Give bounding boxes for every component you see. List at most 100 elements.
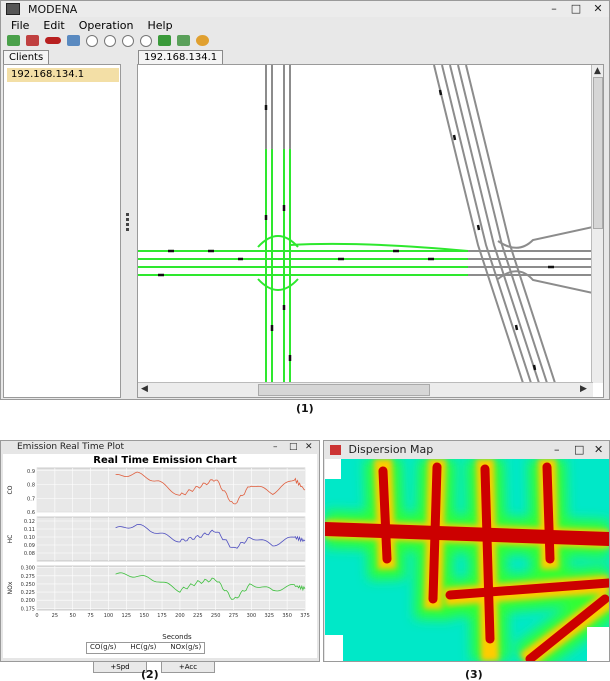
x-tick-label: 75 [87,613,93,619]
y-tick-label: 0.200 [21,598,35,604]
minimize-button[interactable]: – [545,1,563,17]
grid-alt-icon[interactable] [177,35,190,46]
emission-window: Emission Real Time Plot – □ ✕ Real Time … [0,440,320,673]
rewind-icon[interactable] [140,34,152,47]
window-title: MODENA [28,2,78,16]
maximize-button[interactable]: □ [567,1,585,17]
horizontal-scrollbar[interactable]: ◀ ▶ [138,382,593,397]
close-button[interactable]: ✕ [305,441,313,454]
tab-clients[interactable]: Clients [3,50,50,65]
legend-co: CO(g/s) [90,643,117,651]
y-tick-label: 0.300 [21,566,35,572]
emission-chart-panel: Real Time Emission Chart 0.9 0.8 0.7 0.6 CO 0… [3,454,317,673]
export-icon[interactable] [67,35,80,46]
close-button[interactable]: ✕ [589,1,607,17]
y-axis-label: CO [7,485,14,494]
menu-file[interactable]: File [11,19,29,32]
y-tick-label: 0.7 [27,496,35,502]
menu-edit[interactable]: Edit [43,19,64,32]
y-tick-label: 0.250 [21,582,35,588]
plot-area-2 [36,565,306,611]
menu-bar: File Edit Operation Help [1,17,609,33]
play-icon[interactable] [86,34,98,47]
pause-icon[interactable] [104,34,116,47]
road-network-map[interactable] [138,65,593,383]
y-tick-label: 0.8 [27,483,35,489]
caption-2: (2) [141,668,159,681]
close-button[interactable]: ✕ [594,441,603,459]
map-panel: ▲ ◀ ▶ [137,64,604,398]
x-tick-label: 200 [175,613,185,619]
x-tick-label: 150 [139,613,149,619]
y-axis-label: HC [7,535,14,544]
x-axis-label: Seconds [162,633,192,641]
run-icon[interactable] [7,35,20,46]
vertical-scroll-thumb[interactable] [593,77,603,229]
y-tick-label: 0.11 [24,527,35,533]
x-tick-label: 250 [211,613,221,619]
y-tick-label: 0.9 [27,469,35,475]
chart-panels: 0.9 0.8 0.7 0.6 CO 0.12 0.11 0.10 0.09 0.08 HC 0.30… [7,467,310,619]
acceleration-button[interactable]: +Acc [161,661,215,673]
scroll-left-icon[interactable]: ◀ [141,383,148,395]
x-tick-label: 50 [70,613,76,619]
y-tick-label: 0.175 [21,606,35,612]
dispersion-app-icon [330,445,341,455]
menu-operation[interactable]: Operation [79,19,134,32]
y-tick-label: 0.225 [21,590,35,596]
splitter-handle[interactable] [125,211,131,235]
stop-icon[interactable] [26,35,39,46]
x-tick-label: 275 [229,613,239,619]
modena-window: MODENA – □ ✕ File Edit Operation Help Cl… [0,0,610,400]
plot-area-0 [36,467,306,513]
caption-3: (3) [465,668,483,681]
emission-title-bar: Emission Real Time Plot – □ ✕ [1,441,319,454]
dispersion-window: Dispersion Map – □ ✕ [323,440,610,662]
horizontal-scroll-thumb[interactable] [258,384,430,396]
vertical-scrollbar[interactable]: ▲ [591,65,603,383]
fast-forward-icon[interactable] [122,34,134,47]
y-tick-label: 0.10 [24,535,35,541]
dispersion-window-title: Dispersion Map [348,443,434,456]
dispersion-title-bar: Dispersion Map – □ ✕ [324,441,609,459]
tab-client-map[interactable]: 192.168.134.1 [138,50,224,65]
x-tick-label: 100 [104,613,114,619]
minimize-button[interactable]: – [554,441,560,459]
emission-chart: Real Time Emission Chart 0.90.80.70.6CO0… [7,455,310,641]
chart-title: Real Time Emission Chart [93,455,237,466]
minimize-button[interactable]: – [273,441,278,454]
clients-panel: 192.168.134.1 [3,64,121,398]
speed-button[interactable]: +Spd [93,661,147,673]
x-tick-label: 350 [282,613,292,619]
y-tick-label: 0.12 [24,519,35,525]
caption-1: (1) [296,402,314,415]
grid-icon[interactable] [158,35,171,46]
app-icon [6,3,20,15]
y-tick-label: 0.275 [21,574,35,580]
maximize-button[interactable]: □ [289,441,298,454]
emission-window-title: Emission Real Time Plot [17,442,125,452]
x-tick-label: 25 [52,613,58,619]
toolbar [1,33,609,48]
x-tick-label: 125 [122,613,132,619]
dispersion-heatmap [325,459,609,661]
x-tick-label: 0 [35,613,38,619]
y-axis-label: NOx [7,581,14,594]
scroll-up-icon[interactable]: ▲ [594,65,601,77]
title-bar: MODENA – □ ✕ [1,1,609,17]
plot-area-1 [36,516,306,562]
x-tick-label: 175 [157,613,167,619]
palette-icon[interactable] [196,35,209,46]
menu-help[interactable]: Help [147,19,172,32]
legend-nox: NOx(g/s) [170,643,202,651]
scroll-right-icon[interactable]: ▶ [580,383,587,395]
client-item[interactable]: 192.168.134.1 [7,68,119,82]
x-tick-label: 325 [264,613,274,619]
maximize-button[interactable]: □ [574,441,584,459]
car-icon[interactable] [45,37,61,44]
x-tick-label: 375 [300,613,310,619]
y-tick-label: 0.08 [24,551,35,557]
x-tick-label: 300 [247,613,257,619]
legend-hc: HC(g/s) [130,643,157,651]
x-tick-label: 225 [193,613,203,619]
